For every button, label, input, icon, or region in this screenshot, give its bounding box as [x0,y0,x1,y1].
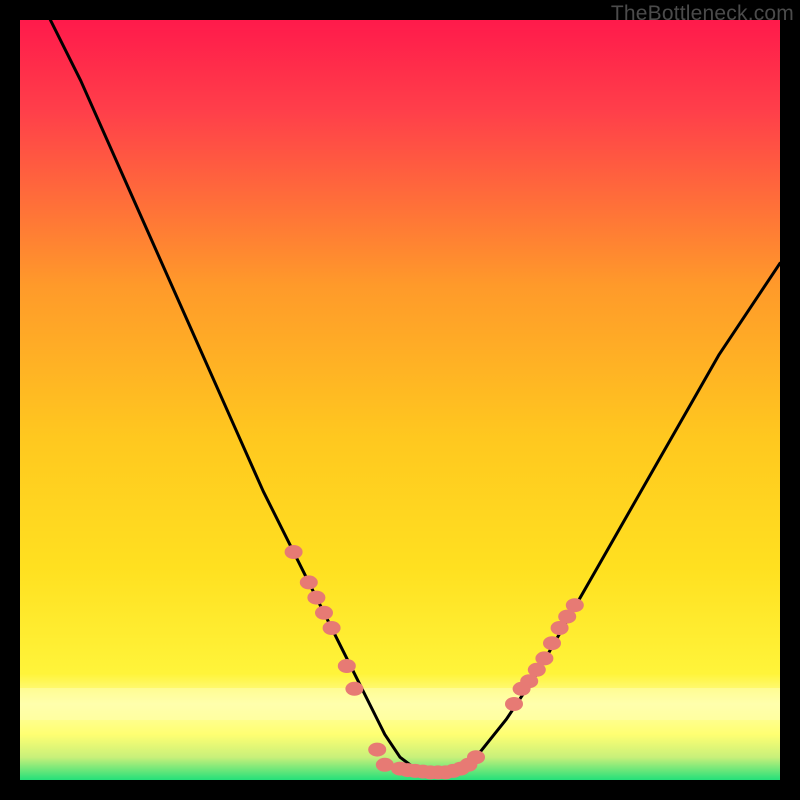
data-marker [535,651,553,665]
data-marker [307,591,325,605]
data-marker [543,636,561,650]
data-marker [338,659,356,673]
data-marker [505,697,523,711]
chart-frame [20,20,780,780]
bottleneck-plot [20,20,780,780]
data-marker [285,545,303,559]
data-marker [345,682,363,696]
data-marker [467,750,485,764]
watermark-text: TheBottleneck.com [611,2,794,26]
pale-band [20,688,780,720]
data-marker [368,743,386,757]
gradient-bg [20,20,780,780]
data-marker [566,598,584,612]
data-marker [323,621,341,635]
data-marker [300,575,318,589]
data-marker [376,758,394,772]
data-marker [315,606,333,620]
